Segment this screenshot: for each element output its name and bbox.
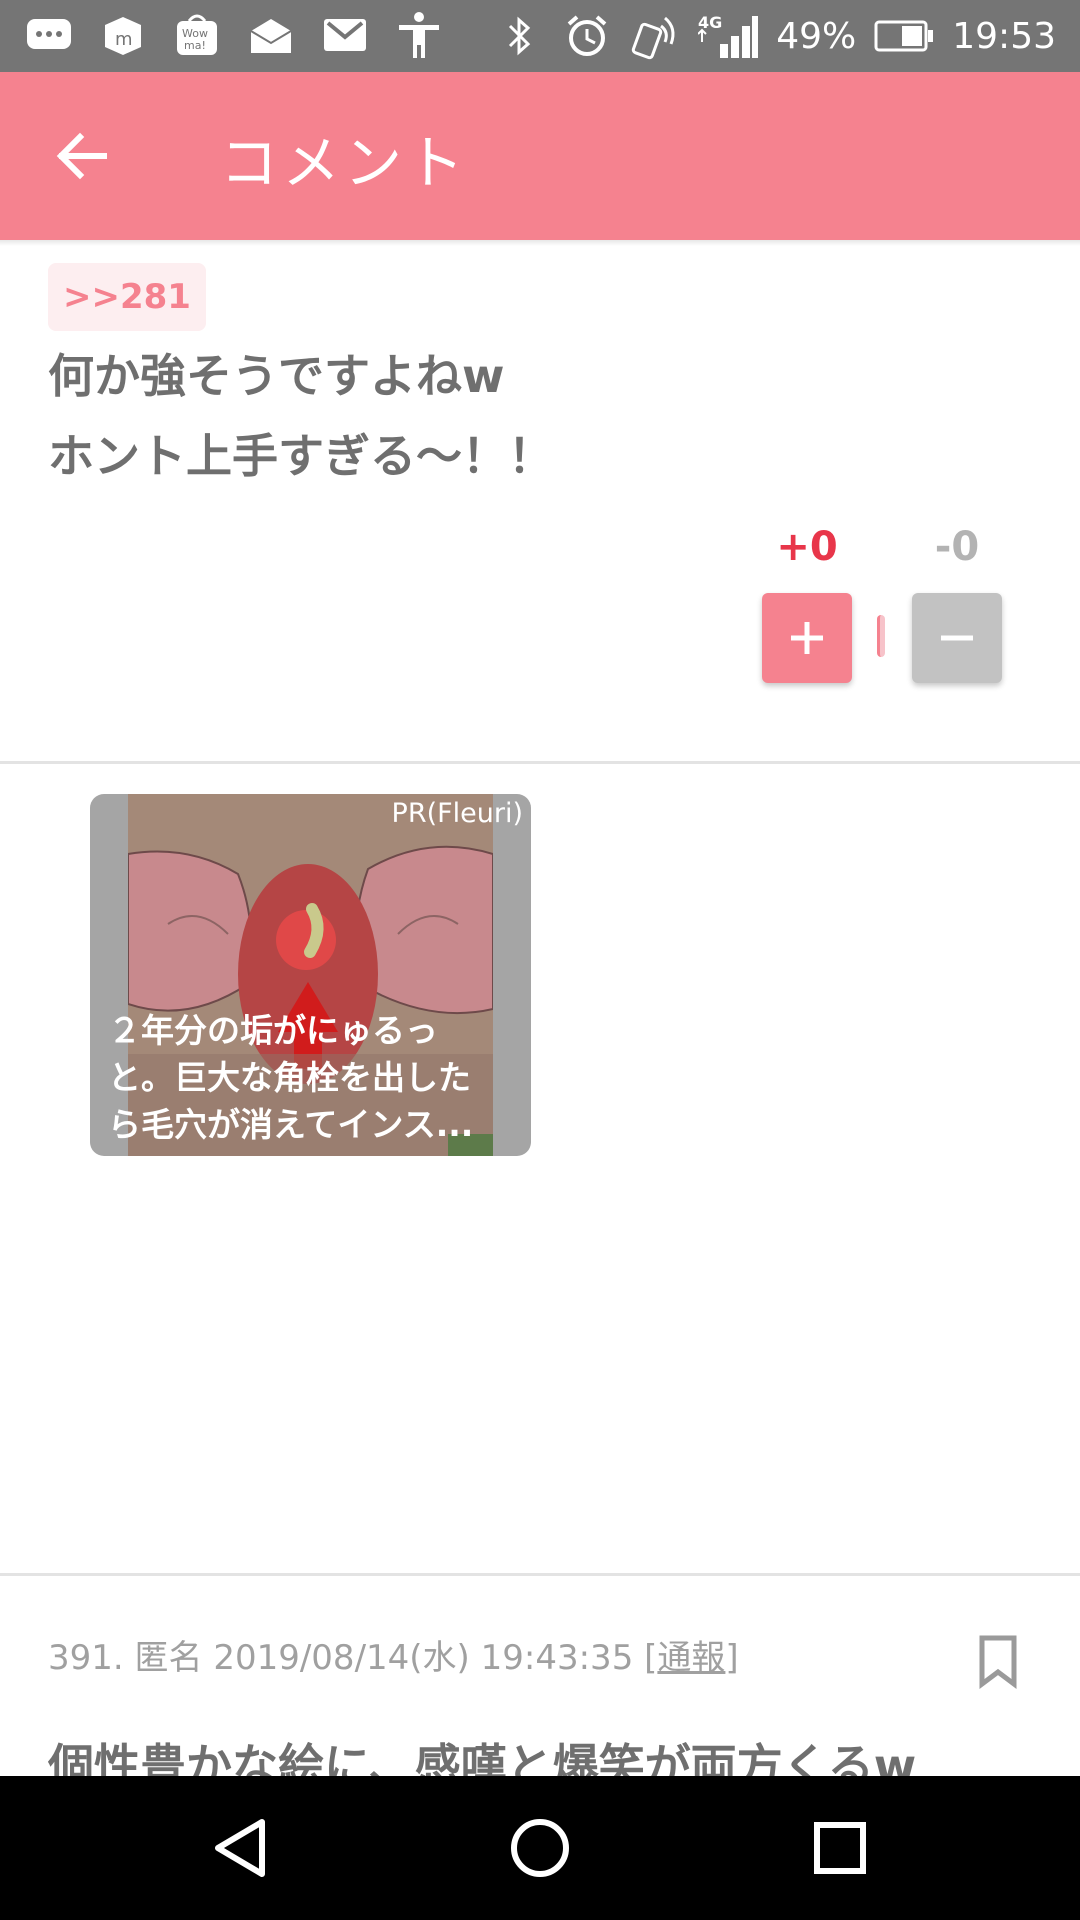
minus-icon [941, 635, 973, 641]
app-bar-shadow [0, 240, 1080, 246]
comment-meta-info: 391. 匿名 2019/08/14(水) 19:43:35 [48, 1638, 645, 1678]
square-recents-icon [814, 1822, 866, 1874]
minus-count: -0 [934, 524, 980, 570]
circle-home-icon [511, 1819, 569, 1877]
reply-anchor-link[interactable]: >>281 [48, 263, 206, 331]
accessibility-icon [394, 10, 444, 60]
message-icon [24, 10, 74, 60]
status-bar: m Wow ma! 4G 49% 19:53 [0, 0, 1080, 72]
battery-icon [874, 11, 934, 61]
bookmark-button[interactable] [976, 1634, 1020, 1690]
report-bracket: ] [725, 1638, 739, 1678]
plus-vote-button[interactable] [762, 593, 852, 683]
nfc-icon [630, 11, 680, 61]
divider [0, 761, 1080, 764]
navigation-bar [0, 1776, 1080, 1920]
comment-line: 何か強そうですよねw [48, 349, 505, 403]
app-m-icon: m [98, 10, 148, 60]
gmail-icon [320, 10, 370, 60]
minus-vote-button[interactable] [912, 593, 1002, 683]
page-title: コメント [220, 129, 469, 197]
ad-caption: ２年分の垢がにゅるっ と。巨大な角栓を出した ら毛穴が消えてインス... [108, 1011, 474, 1144]
divider [0, 1573, 1080, 1576]
battery-percent: 49% [776, 15, 857, 57]
vote-ratio-bar [877, 615, 885, 657]
svg-text:ma!: ma! [184, 39, 206, 52]
triangle-back-icon [215, 1819, 265, 1877]
report-bracket: [ [644, 1638, 658, 1678]
app-bar: コメント [0, 72, 1080, 240]
signal-icon: 4G [698, 11, 759, 61]
nav-recents-button[interactable] [790, 1798, 890, 1898]
plus-icon [791, 622, 823, 654]
bookmark-icon [979, 1635, 1017, 1689]
plus-count: +0 [776, 524, 838, 570]
svg-text:m: m [115, 29, 133, 50]
bluetooth-icon [494, 11, 544, 61]
comment-line: ホント上手すぎる〜！！ [48, 429, 554, 483]
ad-pr-label: PR(Fleuri) [391, 798, 523, 829]
comment-body: 何か強そうですよねw ホント上手すぎる〜！！ [48, 336, 1028, 496]
nav-back-button[interactable] [190, 1798, 290, 1898]
back-button[interactable] [50, 124, 114, 188]
report-link[interactable]: 通報 [657, 1638, 725, 1678]
comment-meta: 391. 匿名 2019/08/14(水) 19:43:35 [通報] [48, 1630, 739, 1679]
clock: 19:53 [952, 15, 1056, 57]
alarm-icon [562, 11, 612, 61]
au-mail-icon [246, 10, 296, 60]
nav-home-button[interactable] [490, 1798, 590, 1898]
ad-card[interactable]: PR(Fleuri) ２年分の垢がにゅるっ と。巨大な角栓を出した ら毛穴が消え… [90, 794, 531, 1156]
wowma-icon: Wow ma! [172, 10, 222, 60]
arrow-left-icon [56, 132, 107, 180]
